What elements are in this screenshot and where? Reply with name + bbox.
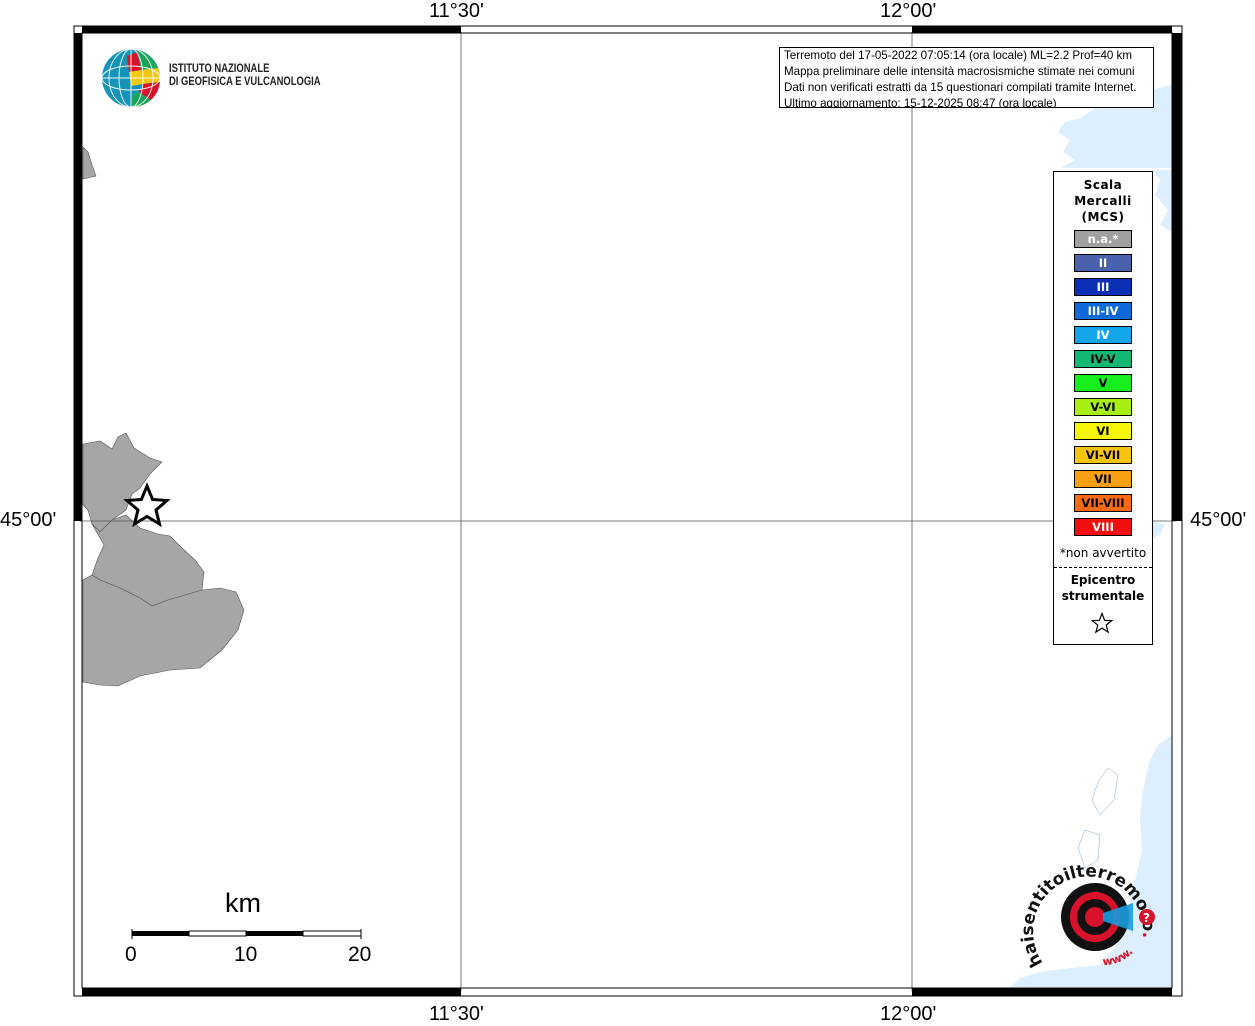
map-frame (73, 25, 1183, 997)
ingv-globe-icon (101, 48, 161, 108)
lon-label-top-1200: 12°00' (880, 0, 937, 22)
legend-swatch-10: VII (1074, 470, 1132, 488)
haisentito-logo: haisentitoilterremoto.it www. ? (1015, 855, 1158, 971)
legend-not-felt-note: *non avvertito (1059, 546, 1147, 560)
hsit-text-1: haisentito (1018, 868, 1068, 971)
event-info-line4: Ultimo aggiornamento: 15-12-2025 08:47 (… (784, 97, 1057, 108)
legend-star-icon (1091, 612, 1113, 634)
event-info-line1: Terremoto del 17-05-2022 07:05:14 (ora l… (784, 49, 1133, 62)
lon-label-bottom-1200: 12°00' (880, 1003, 937, 1025)
legend-swatch-11: VII-VIII (1074, 494, 1132, 512)
mcs-legend: Scala Mercalli (MCS) n.a.* II III III-IV IV I… (1053, 171, 1153, 645)
event-info-line2: Mappa preliminare delle intensità macros… (784, 65, 1135, 78)
legend-epicenter-line2: strumentale (1061, 589, 1145, 603)
lon-label-bottom-1130: 11°30' (429, 1003, 484, 1025)
lat-label-left-4500: 45°00' (0, 509, 57, 531)
ingv-logo-line2: DI GEOFISICA E VULCANOLOGIA (169, 76, 321, 88)
legend-swatch-5: IV-V (1074, 350, 1132, 368)
legend-swatch-2: III (1074, 278, 1132, 296)
lon-label-top-1130: 11°30' (429, 0, 484, 22)
legend-epicenter-title: Epicentro strumentale (1054, 572, 1152, 604)
graticule (80, 32, 1176, 991)
legend-swatch-12: VIII (1074, 518, 1132, 536)
legend-title-line2: Mercalli (1074, 194, 1132, 208)
scale-tick-10: 10 (234, 943, 258, 966)
legend-title: Scala Mercalli (MCS) (1054, 177, 1152, 225)
svg-text:?: ? (1143, 911, 1150, 925)
scale-unit-label: km (225, 888, 261, 918)
ingv-logo-line1: ISTITUTO NAZIONALE (169, 63, 270, 75)
scale-bar: km 0 10 20 (120, 885, 390, 975)
legend-swatch-3: III-IV (1074, 302, 1132, 320)
ingv-logo: ISTITUTO NAZIONALE DI GEOFISICA E VULCAN… (101, 48, 361, 112)
legend-swatch-4: IV (1074, 326, 1132, 344)
legend-swatch-8: VI (1074, 422, 1132, 440)
event-info-box: Terremoto del 17-05-2022 07:05:14 (ora l… (779, 47, 1154, 108)
legend-title-line3: (MCS) (1081, 210, 1125, 224)
legend-title-line1: Scala (1083, 178, 1123, 192)
scale-tick-20: 20 (348, 943, 372, 966)
event-info-line3: Dati non verificati estratti da 15 quest… (784, 81, 1137, 94)
legend-divider (1054, 567, 1152, 568)
legend-swatch-0: n.a.* (1074, 230, 1132, 248)
legend-swatch-1: II (1074, 254, 1132, 272)
legend-swatch-6: V (1074, 374, 1132, 392)
legend-swatch-9: VI-VII (1074, 446, 1132, 464)
scale-tick-0: 0 (125, 943, 137, 966)
land-polygons (82, 146, 245, 687)
legend-swatch-7: V-VI (1074, 398, 1132, 416)
legend-epicenter-line1: Epicentro (1070, 573, 1136, 587)
lat-label-right-4500: 45°00' (1190, 509, 1247, 531)
